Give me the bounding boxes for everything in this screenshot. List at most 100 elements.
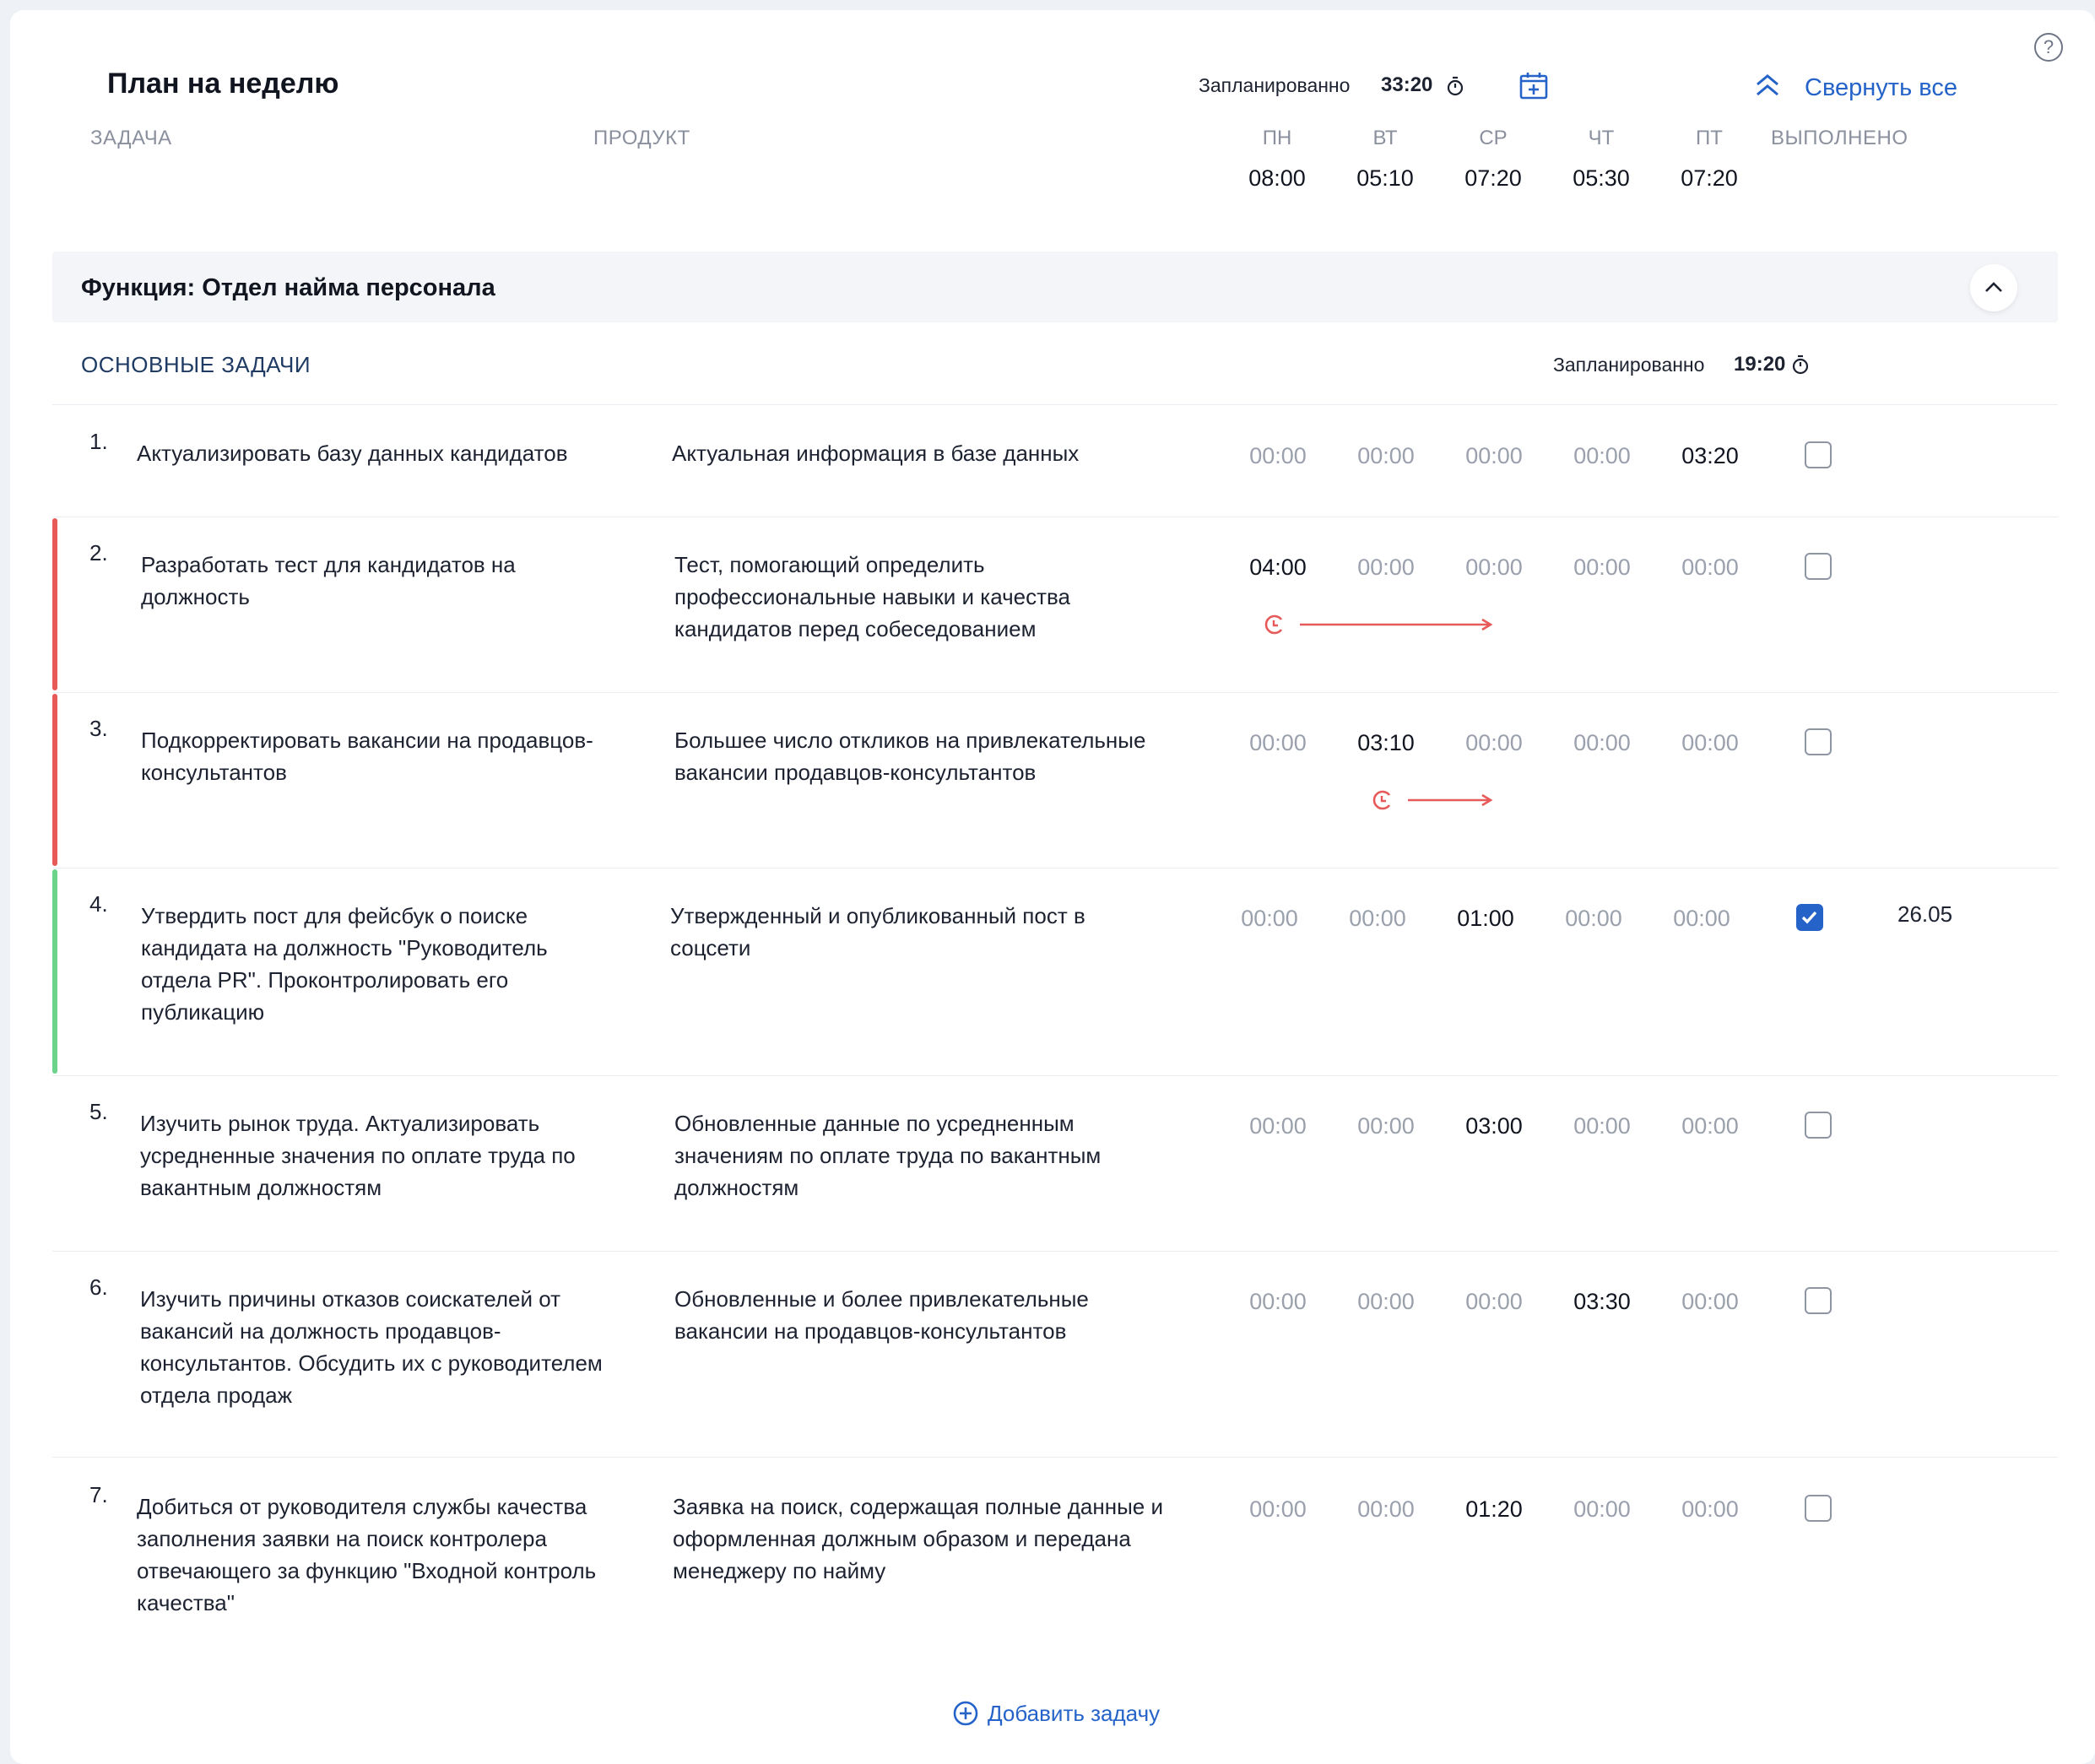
help-icon[interactable]: ?	[2034, 33, 2063, 62]
done-checkbox[interactable]	[1805, 1495, 1832, 1522]
time-mon[interactable]: 00:00	[1223, 730, 1333, 756]
done-date: 26.05	[1897, 901, 1953, 927]
double-chevron-up-icon[interactable]	[1754, 73, 1781, 98]
task-product[interactable]: Обновленные данные по усредненным значен…	[674, 1107, 1172, 1204]
day-total-tue: 05:10	[1356, 165, 1414, 191]
time-wed[interactable]: 00:00	[1439, 730, 1549, 756]
reschedule-arrow-icon[interactable]	[1263, 611, 1496, 638]
done-checkbox[interactable]	[1805, 1287, 1832, 1314]
timer-icon	[1447, 76, 1464, 96]
task-number: 7.	[89, 1482, 108, 1507]
time-mon[interactable]: 00:00	[1223, 443, 1333, 469]
row-divider	[52, 1251, 2058, 1252]
task-product[interactable]: Актуальная информация в базе данных	[672, 437, 1170, 469]
task-number: 1.	[89, 429, 108, 454]
function-collapse-toggle[interactable]	[1970, 264, 2017, 311]
time-fri[interactable]: 00:00	[1655, 555, 1765, 581]
time-thu[interactable]: 00:00	[1547, 730, 1657, 756]
task-product[interactable]: Тест, помогающий определить профессионал…	[674, 549, 1172, 645]
time-fri[interactable]: 03:20	[1655, 443, 1765, 469]
done-checkbox[interactable]	[1805, 553, 1832, 580]
timer-icon	[1792, 354, 1809, 375]
section-planned-total: 19:20	[1734, 353, 1786, 376]
time-thu[interactable]: 00:00	[1547, 1496, 1657, 1523]
done-checkbox[interactable]	[1805, 441, 1832, 468]
time-thu[interactable]: 00:00	[1547, 555, 1657, 581]
time-tue[interactable]: 00:00	[1323, 906, 1432, 932]
time-mon[interactable]: 00:00	[1223, 1289, 1333, 1315]
time-mon[interactable]: 00:00	[1223, 1113, 1333, 1139]
time-thu[interactable]: 00:00	[1547, 1113, 1657, 1139]
task-title[interactable]: Разработать тест для кандидатов на должн…	[141, 549, 614, 613]
task-number: 3.	[89, 716, 108, 741]
day-total-mon: 08:00	[1248, 165, 1306, 191]
time-wed[interactable]: 00:00	[1439, 443, 1549, 469]
column-done: ВЫПОЛНЕНО	[1771, 127, 1908, 149]
task-title[interactable]: Подкорректировать вакансии на продавцов-…	[141, 724, 614, 788]
task-product[interactable]: Утвержденный и опубликованный пост в соц…	[670, 900, 1168, 964]
time-tue[interactable]: 00:00	[1331, 555, 1441, 581]
row-divider	[52, 1075, 2058, 1076]
done-stripe	[52, 869, 57, 1074]
task-product[interactable]: Большее число откликов на привлекательны…	[674, 724, 1172, 788]
time-wed[interactable]: 00:00	[1439, 1289, 1549, 1315]
time-wed[interactable]: 00:00	[1439, 555, 1549, 581]
task-title[interactable]: Добиться от руководителя службы качества…	[137, 1491, 609, 1619]
task-title[interactable]: Изучить причины отказов соискателей от в…	[140, 1283, 613, 1411]
time-thu[interactable]: 00:00	[1539, 906, 1648, 932]
add-task-button[interactable]: Добавить задачу	[952, 1700, 1160, 1727]
time-tue[interactable]: 00:00	[1331, 443, 1441, 469]
row-divider	[52, 692, 2058, 693]
task-product[interactable]: Заявка на поиск, содержащая полные данны…	[673, 1491, 1171, 1587]
time-fri[interactable]: 00:00	[1655, 1289, 1765, 1315]
day-header-fri: ПТ	[1696, 127, 1723, 149]
day-total-wed: 07:20	[1464, 165, 1522, 191]
function-title: Функция: Отдел найма персонала	[81, 274, 495, 301]
task-product[interactable]: Обновленные и более привлекательные вака…	[674, 1283, 1172, 1347]
task-title[interactable]: Изучить рынок труда. Актуализировать уср…	[140, 1107, 613, 1204]
plus-circle-icon	[953, 1701, 978, 1726]
checkmark-icon	[1801, 911, 1817, 924]
day-header-tue: ВТ	[1372, 127, 1398, 149]
day-total-fri: 07:20	[1681, 165, 1738, 191]
task-title[interactable]: Актуализировать базу данных кандидатов	[137, 437, 609, 469]
section-planned-label: Запланированно	[1553, 354, 1705, 376]
time-fri[interactable]: 00:00	[1655, 1113, 1765, 1139]
column-task: ЗАДАЧА	[90, 127, 172, 149]
day-total-thu: 05:30	[1573, 165, 1630, 191]
task-title[interactable]: Утвердить пост для фейсбук о поиске канд…	[141, 900, 614, 1028]
done-checkbox[interactable]	[1805, 728, 1832, 755]
time-wed[interactable]: 01:20	[1439, 1496, 1549, 1523]
task-number: 4.	[89, 891, 108, 917]
time-tue[interactable]: 03:10	[1331, 730, 1441, 756]
time-mon[interactable]: 00:00	[1215, 906, 1324, 932]
task-number: 5.	[89, 1099, 108, 1124]
time-thu[interactable]: 03:30	[1547, 1289, 1657, 1315]
chevron-up-icon	[1985, 282, 2002, 292]
done-checkbox[interactable]	[1805, 1112, 1832, 1139]
day-header-mon: ПН	[1262, 127, 1292, 149]
time-fri[interactable]: 00:00	[1647, 906, 1757, 932]
overdue-stripe	[52, 518, 57, 690]
time-mon[interactable]: 04:00	[1223, 555, 1333, 581]
done-checkbox-checked[interactable]	[1796, 904, 1823, 931]
planned-label: Запланированно	[1199, 74, 1351, 96]
time-wed[interactable]: 01:00	[1431, 906, 1540, 932]
time-tue[interactable]: 00:00	[1331, 1289, 1441, 1315]
time-fri[interactable]: 00:00	[1655, 1496, 1765, 1523]
time-tue[interactable]: 00:00	[1331, 1113, 1441, 1139]
overdue-stripe	[52, 694, 57, 866]
day-header-thu: ЧТ	[1588, 127, 1615, 149]
time-fri[interactable]: 00:00	[1655, 730, 1765, 756]
add-to-calendar-icon[interactable]	[1519, 71, 1548, 100]
time-wed[interactable]: 03:00	[1439, 1113, 1549, 1139]
row-divider	[52, 404, 2058, 405]
time-tue[interactable]: 00:00	[1331, 1496, 1441, 1523]
column-product: ПРОДУКТ	[593, 127, 690, 149]
planned-total: 33:20	[1381, 73, 1433, 96]
time-thu[interactable]: 00:00	[1547, 443, 1657, 469]
page-title: План на неделю	[107, 68, 339, 100]
time-mon[interactable]: 00:00	[1223, 1496, 1333, 1523]
reschedule-arrow-icon[interactable]	[1371, 787, 1496, 814]
collapse-all-button[interactable]: Свернуть все	[1805, 74, 1957, 102]
